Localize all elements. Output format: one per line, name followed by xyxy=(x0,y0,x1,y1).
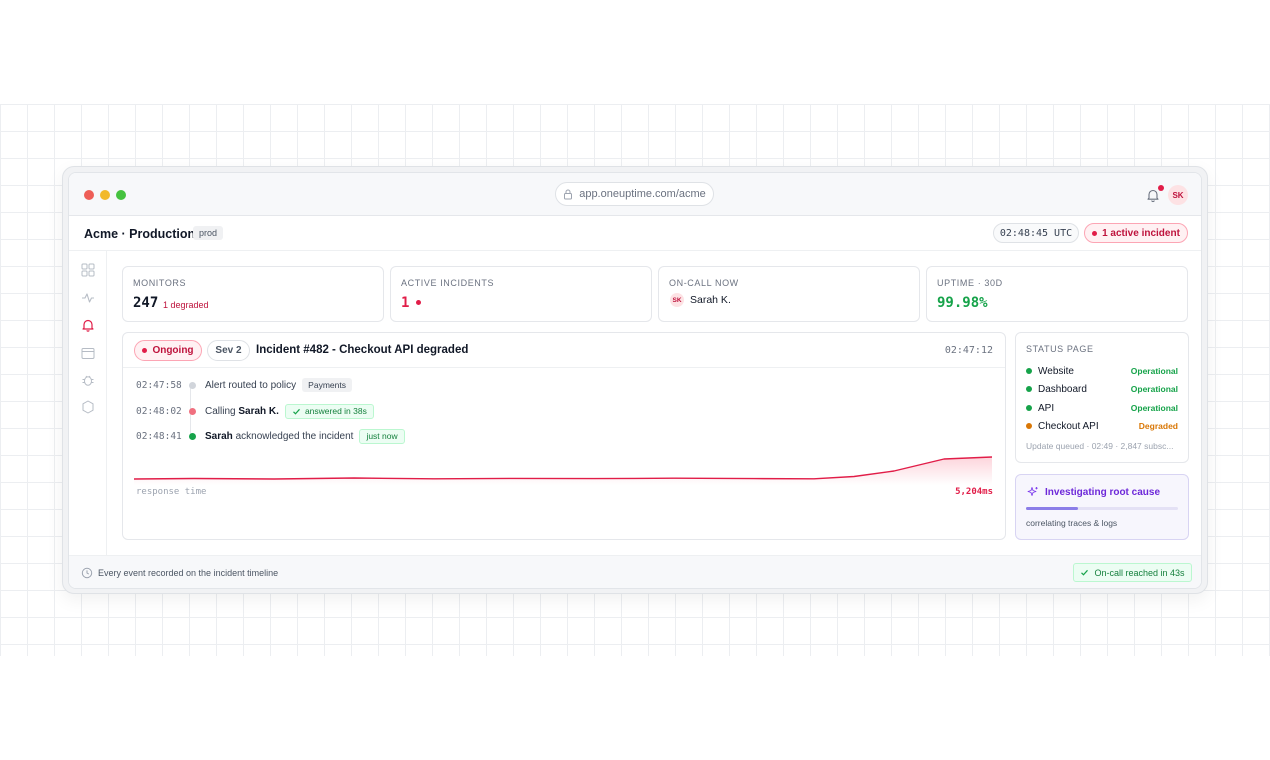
incident-title[interactable]: Incident #482 - Checkout API degraded xyxy=(256,344,468,356)
browser-titlebar: app.oneuptime.com/acme SK xyxy=(69,173,1201,216)
ongoing-label: Ongoing xyxy=(152,345,194,356)
monitors-degraded: 1 degraded xyxy=(163,300,209,310)
severity-badge[interactable]: Sev 2 xyxy=(207,340,250,361)
service-state: Operational xyxy=(1130,403,1178,413)
event-text: Calling Sarah K. xyxy=(205,405,279,417)
user-avatar[interactable]: SK xyxy=(1168,185,1188,205)
event-text: Alert routed to policy xyxy=(205,379,297,391)
stat-card-active-incidents[interactable]: ACTIVE INCIDENTS 1 xyxy=(390,266,652,322)
lock-icon xyxy=(564,189,573,199)
event-text: Sarah acknowledged the incident xyxy=(205,430,354,442)
dashboard-icon[interactable] xyxy=(81,263,95,277)
on-call-label: ON-CALL NOW xyxy=(669,278,739,288)
status-page-panel: STATUS PAGE Website Operational Dashboar… xyxy=(1015,332,1189,463)
investigation-progress-fill xyxy=(1026,507,1078,510)
status-page-label: STATUS PAGE xyxy=(1026,344,1094,354)
service-state: Degraded xyxy=(1138,421,1178,431)
service-row[interactable]: API Operational xyxy=(1026,401,1178,415)
answered-chip: answered in 38s xyxy=(284,403,374,419)
address-bar[interactable]: app.oneuptime.com/acme xyxy=(555,182,714,206)
stat-card-monitors[interactable]: MONITORS 247 1 degraded xyxy=(122,266,384,322)
investigation-title: Investigating root cause xyxy=(1045,487,1161,498)
notifications-button[interactable] xyxy=(1145,185,1164,203)
footer-note: Every event recorded on the incident tim… xyxy=(98,568,279,578)
calendar-icon[interactable] xyxy=(81,346,95,360)
uptime-value: 99.98% xyxy=(937,295,988,311)
status-dot xyxy=(1026,368,1032,374)
event-dot xyxy=(189,381,196,389)
service-state: Operational xyxy=(1130,384,1178,394)
incident-start-time: 02:47:12 xyxy=(944,345,993,356)
activity-icon[interactable] xyxy=(81,291,95,305)
on-call-name: Sarah K. xyxy=(690,294,731,306)
maximize-window-button[interactable] xyxy=(116,190,126,200)
app-window: app.oneuptime.com/acme SK Acme · Product… xyxy=(68,172,1202,589)
active-incidents-label: ACTIVE INCIDENTS xyxy=(401,278,495,288)
footer-bar: Every event recorded on the incident tim… xyxy=(69,555,1201,588)
status-badge-ongoing[interactable]: Ongoing xyxy=(134,340,202,361)
clock-icon xyxy=(81,567,93,579)
just-now-chip: just now xyxy=(359,428,405,444)
service-name: Checkout API xyxy=(1038,420,1099,432)
check-icon xyxy=(293,408,300,415)
response-time-chart xyxy=(134,456,993,485)
chart-current-value: 5,204ms xyxy=(955,487,993,497)
service-row[interactable]: Checkout API Degraded xyxy=(1026,419,1178,433)
on-call-avatar: SK xyxy=(670,293,684,307)
response-time-area xyxy=(134,457,992,485)
service-name: Website xyxy=(1038,365,1074,377)
incident-header: Ongoing Sev 2 Incident #482 - Checkout A… xyxy=(123,333,1005,368)
response-time-line xyxy=(134,456,993,480)
incident-panel: Ongoing Sev 2 Incident #482 - Checkout A… xyxy=(122,332,1006,540)
status-dot xyxy=(1026,405,1032,411)
stat-card-on-call[interactable]: ON-CALL NOW SK Sarah K. xyxy=(658,266,920,322)
stat-card-uptime[interactable]: UPTIME · 30D 99.98% xyxy=(926,266,1188,322)
status-dot xyxy=(1026,386,1032,392)
active-incident-label: 1 active incident xyxy=(1102,227,1180,239)
alert-dot-icon xyxy=(1092,230,1098,236)
sidebar xyxy=(69,251,107,555)
url-text: app.oneuptime.com/acme xyxy=(579,188,706,200)
service-state: Operational xyxy=(1130,366,1178,376)
close-window-button[interactable] xyxy=(84,190,94,200)
sparkle-icon xyxy=(1027,487,1038,496)
notification-badge xyxy=(1158,185,1164,191)
policy-chip[interactable]: Payments xyxy=(302,378,352,392)
incidents-bell-icon[interactable] xyxy=(81,318,95,332)
investigation-progress xyxy=(1026,507,1178,510)
status-page-update-note: Update queued · 02:49 · 2,847 subsc... xyxy=(1026,441,1174,451)
utc-clock: 02:48:45 UTC xyxy=(993,223,1079,243)
timeline-event: 02:47:58 Alert routed to policy Payments xyxy=(136,377,352,393)
incident-dot-icon xyxy=(416,300,421,305)
service-row[interactable]: Dashboard Operational xyxy=(1026,382,1178,396)
status-dot xyxy=(1026,423,1032,429)
monitors-value: 247 xyxy=(133,295,159,311)
active-incidents-value: 1 xyxy=(401,295,410,311)
monitors-label: MONITORS xyxy=(133,278,187,288)
event-time: 02:47:58 xyxy=(136,379,182,391)
ongoing-dot-icon xyxy=(142,348,148,353)
event-dot xyxy=(189,407,196,415)
project-title[interactable]: Acme · Production xyxy=(84,227,195,241)
uptime-label: UPTIME · 30D xyxy=(937,278,1003,288)
timeline-event: 02:48:41 Sarah acknowledged the incident… xyxy=(136,428,405,444)
event-time: 02:48:41 xyxy=(136,430,182,442)
active-incident-pill[interactable]: 1 active incident xyxy=(1084,223,1188,243)
service-name: API xyxy=(1038,402,1055,414)
event-time: 02:48:02 xyxy=(136,405,182,417)
investigation-subtitle: correlating traces & logs xyxy=(1026,518,1118,528)
service-row[interactable]: Website Operational xyxy=(1026,364,1178,378)
environment-tag: prod xyxy=(193,226,224,240)
on-call-reached-badge: On-call reached in 43s xyxy=(1073,563,1192,582)
settings-icon[interactable] xyxy=(81,400,95,414)
event-dot xyxy=(189,432,196,440)
investigation-panel[interactable]: Investigating root cause correlating tra… xyxy=(1015,474,1189,540)
service-name: Dashboard xyxy=(1038,383,1087,395)
chart-label: response time xyxy=(136,487,207,497)
project-header: Acme · Production prod 02:48:45 UTC 1 ac… xyxy=(69,216,1201,251)
bug-icon[interactable] xyxy=(81,373,95,387)
check-icon xyxy=(1081,569,1089,576)
timeline-event: 02:48:02 Calling Sarah K. answered in 38… xyxy=(136,403,374,419)
minimize-window-button[interactable] xyxy=(100,190,110,200)
